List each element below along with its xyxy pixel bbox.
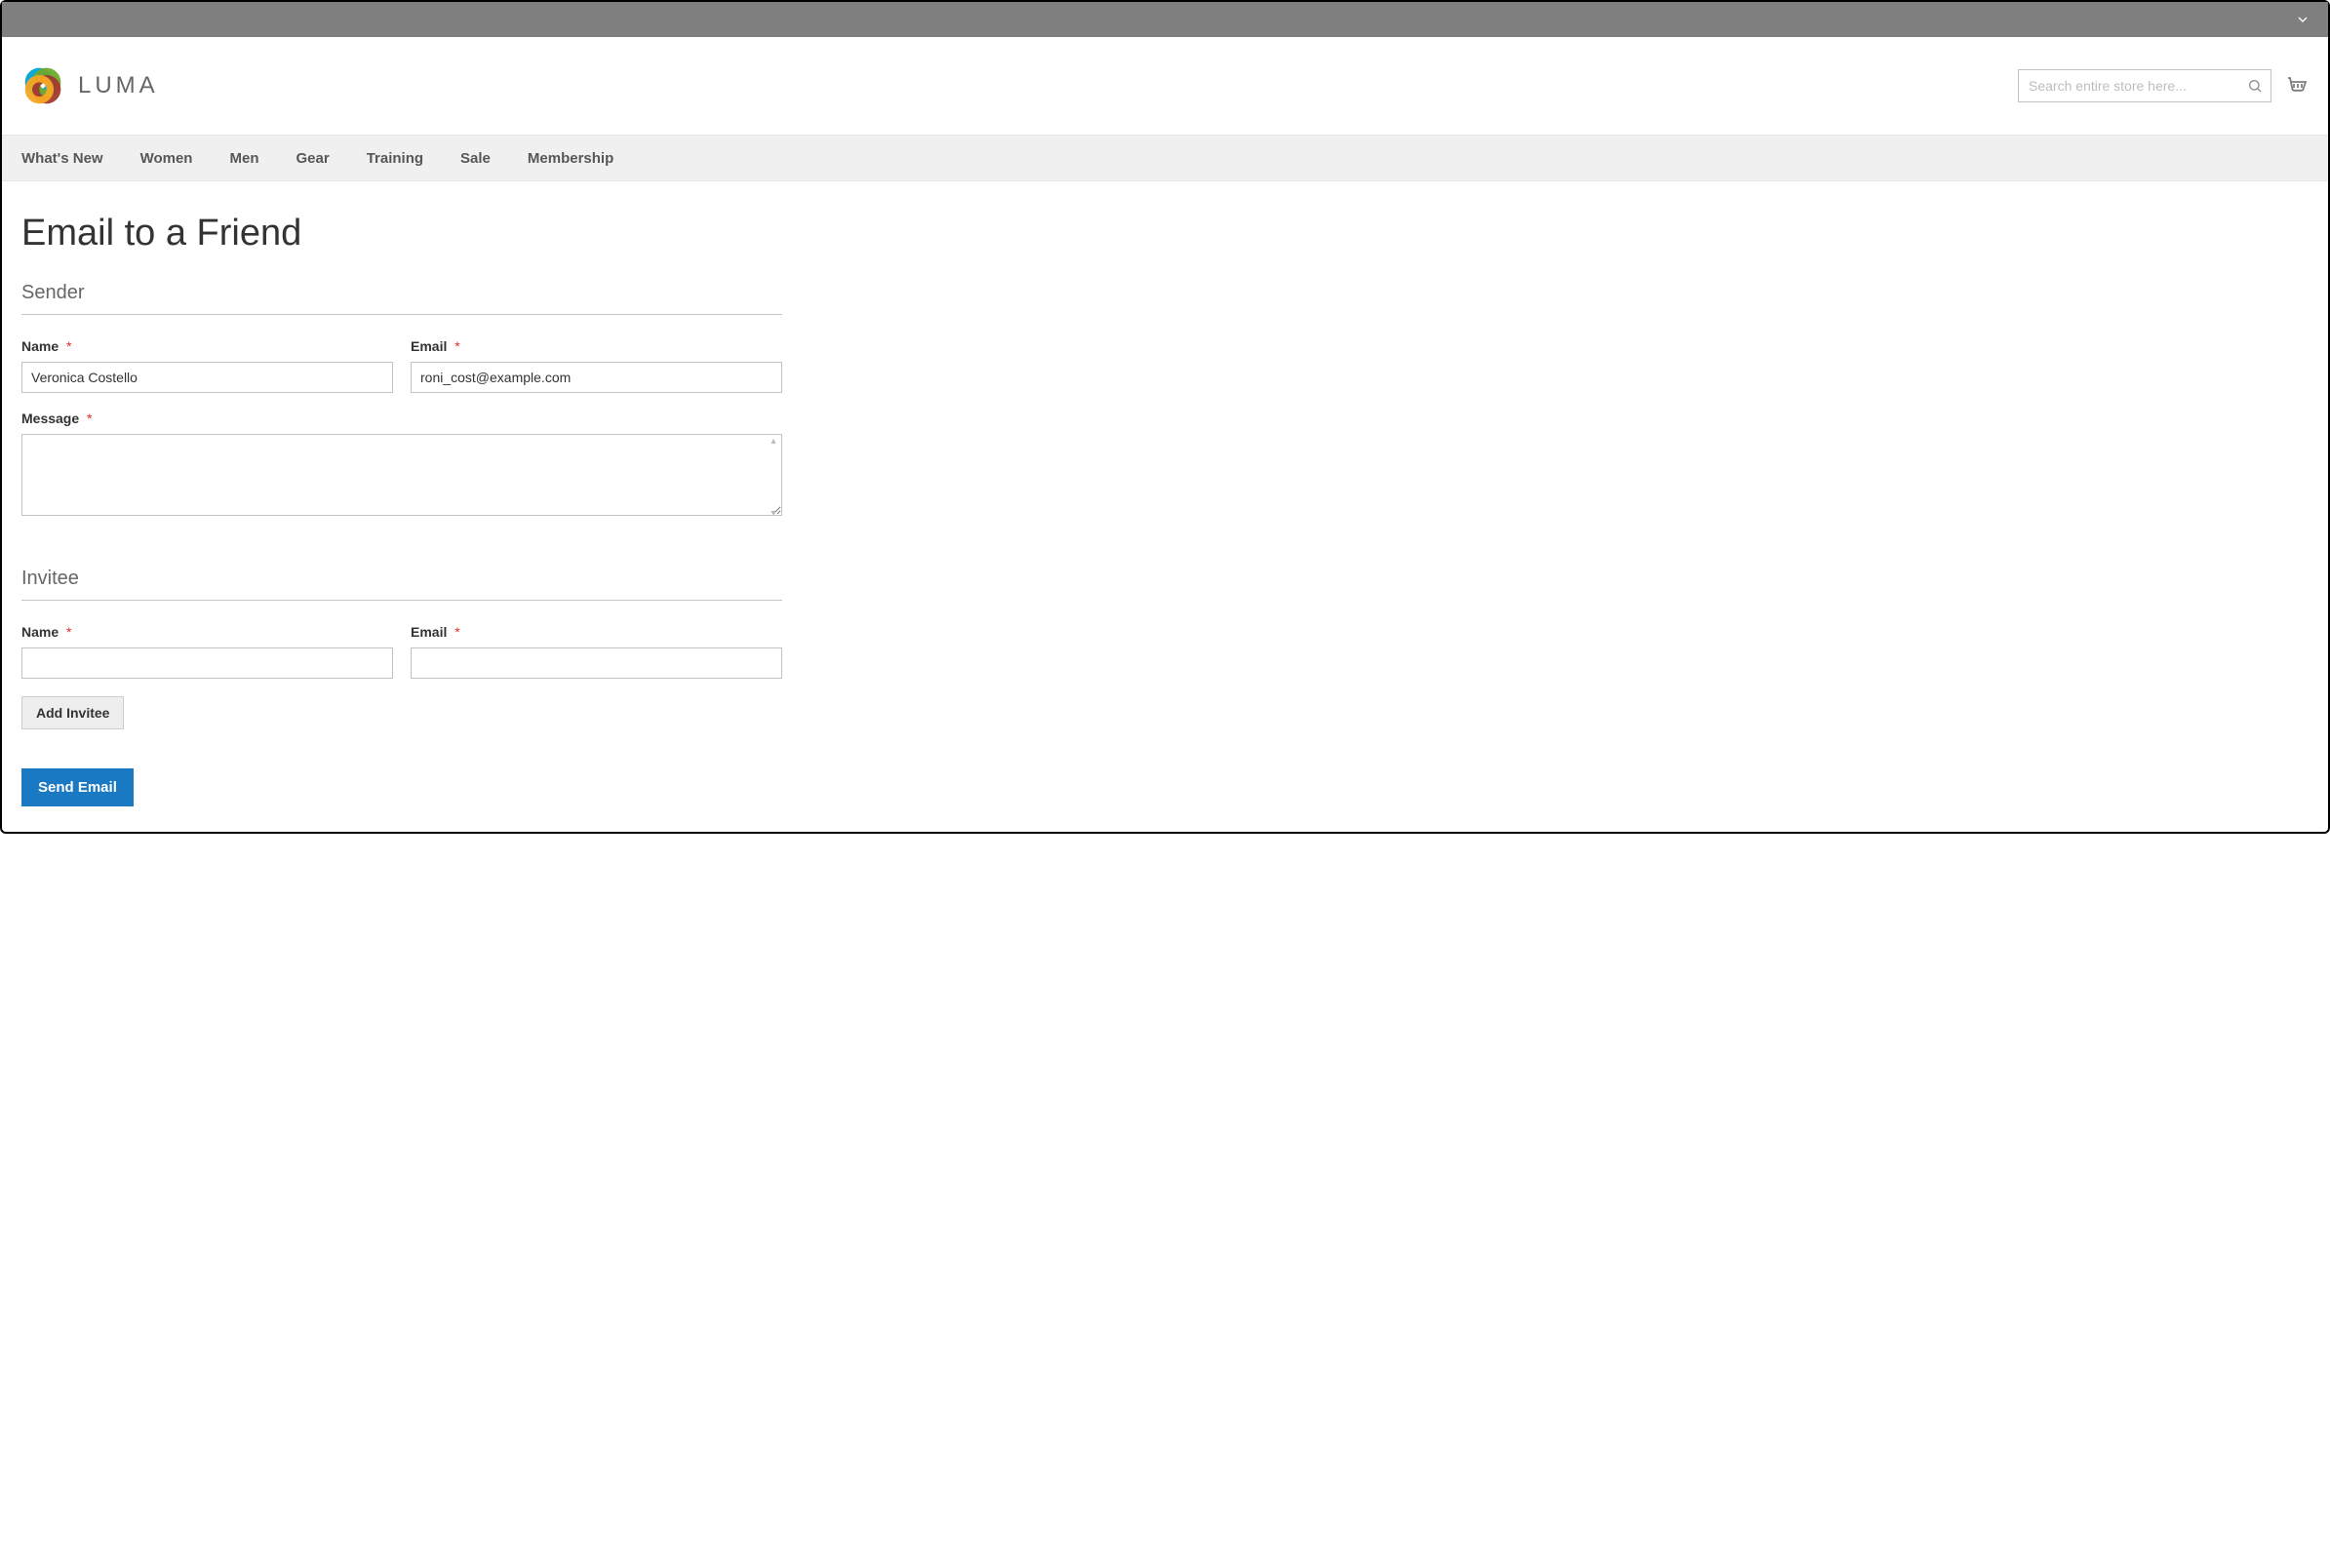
label-invitee-name: Name * (21, 624, 393, 640)
search-icon[interactable] (2247, 78, 2263, 94)
required-mark: * (66, 338, 71, 354)
field-sender-email: Email * (411, 338, 782, 393)
header-tools (2018, 69, 2309, 102)
store-logo-text: LUMA (78, 72, 159, 99)
sender-message-textarea[interactable] (21, 434, 782, 516)
store-logo[interactable]: LUMA (21, 64, 159, 107)
fieldset-sender: Sender Name * Email * (21, 282, 782, 521)
legend-invitee: Invitee (21, 568, 782, 601)
add-invitee-button[interactable]: Add Invitee (21, 696, 124, 729)
search-input[interactable] (2029, 78, 2247, 94)
page-header: LUMA (2, 37, 2328, 135)
nav-item-training[interactable]: Training (367, 150, 423, 167)
page-title: Email to a Friend (21, 213, 2309, 255)
field-invitee-name: Name * (21, 624, 393, 679)
nav-item-women[interactable]: Women (140, 150, 193, 167)
sender-email-input[interactable] (411, 362, 782, 393)
cart-icon (2285, 74, 2309, 98)
required-mark: * (66, 624, 71, 640)
required-mark: * (454, 338, 459, 354)
sendfriend-form: Sender Name * Email * (21, 282, 782, 806)
invitee-name-input[interactable] (21, 647, 393, 679)
luma-logo-icon (21, 64, 64, 107)
field-sender-name: Name * (21, 338, 393, 393)
nav-item-whats-new[interactable]: What's New (21, 150, 103, 167)
label-invitee-email: Email * (411, 624, 782, 640)
field-invitee-email: Email * (411, 624, 782, 679)
page-main: Email to a Friend Sender Name * Email (2, 181, 2328, 832)
nav-item-membership[interactable]: Membership (528, 150, 613, 167)
legend-sender: Sender (21, 282, 782, 315)
chevron-down-icon[interactable] (2295, 12, 2310, 27)
panel-header (2, 2, 2328, 37)
search-box (2018, 69, 2271, 102)
minicart-link[interactable] (2285, 74, 2309, 98)
required-mark: * (454, 624, 459, 640)
nav-item-sale[interactable]: Sale (460, 150, 491, 167)
label-sender-name: Name * (21, 338, 393, 354)
sender-name-input[interactable] (21, 362, 393, 393)
send-email-button[interactable]: Send Email (21, 768, 134, 806)
invitee-email-input[interactable] (411, 647, 782, 679)
required-mark: * (87, 411, 92, 426)
form-actions: Send Email (21, 768, 782, 806)
fieldset-invitee: Invitee Name * Email * (21, 568, 782, 729)
label-sender-message: Message * (21, 411, 782, 426)
field-sender-message: Message * ▴▾ (21, 411, 782, 521)
nav-item-men[interactable]: Men (229, 150, 258, 167)
label-sender-email: Email * (411, 338, 782, 354)
nav-item-gear[interactable]: Gear (296, 150, 329, 167)
category-nav: What's New Women Men Gear Training Sale … (2, 135, 2328, 181)
